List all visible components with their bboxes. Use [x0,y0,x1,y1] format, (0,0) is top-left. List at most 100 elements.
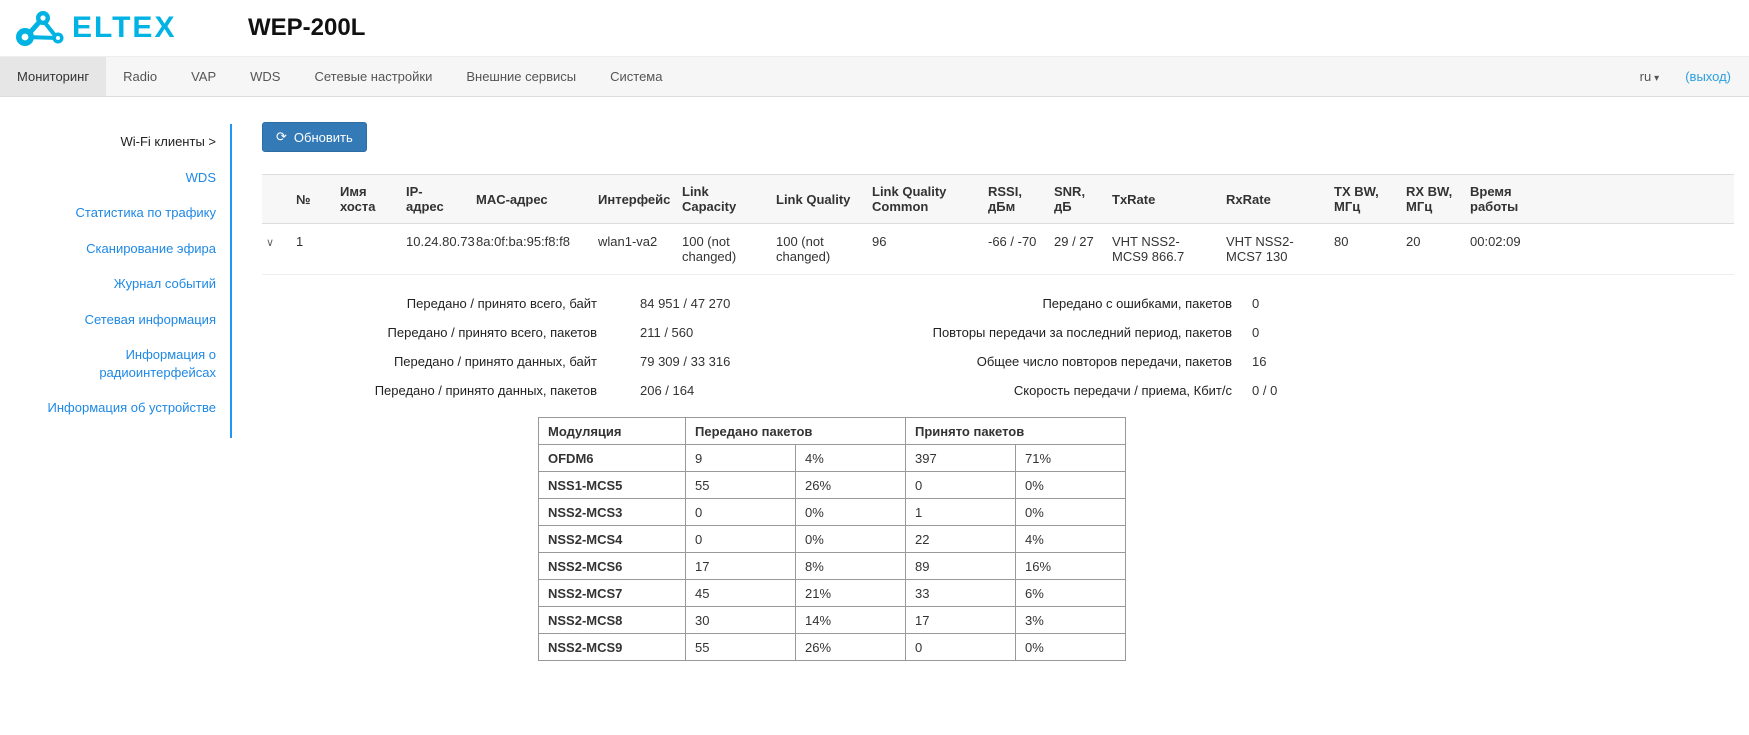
mod-cell-rx-percent: 16% [1016,553,1126,580]
stat-value: 16 [1252,354,1266,369]
logout-link[interactable]: (выход) [1685,69,1731,84]
language-selector[interactable]: ru▾ [1640,69,1660,84]
stat-row: Передано / принято всего, пакетов211 / 5… [262,318,887,347]
mod-cell-tx-percent: 0% [796,499,906,526]
stat-label: Передано / принято всего, байт [262,296,597,311]
modulation-row: OFDM694%39771% [539,445,1126,472]
mod-cell-tx-count: 55 [686,634,796,661]
column-header-iface: Интерфейс [590,175,674,224]
stat-row: Общее число повторов передачи, пакетов16 [887,347,1607,376]
stat-row: Скорость передачи / приема, Кбит/с 0 / 0 [887,376,1607,405]
sidebar-item-wifi-clients[interactable]: Wi-Fi клиенты > [10,124,216,160]
column-header-tx-bw: TX BW, МГц [1326,175,1398,224]
mod-cell-rx-percent: 6% [1016,580,1126,607]
chevron-down-icon[interactable]: ∨ [266,237,274,249]
refresh-button-label: Обновить [294,130,353,145]
client-cell-link-quality: 100 (not changed) [768,224,864,275]
stat-value: 0 [1252,325,1259,340]
mod-cell-rx-count: 22 [906,526,1016,553]
clients-table-header-row: №Имя хостаIP-адресMAC-адресИнтерфейсLink… [262,175,1734,224]
nav-tab-monitoring[interactable]: Мониторинг [0,57,106,96]
eltex-logo: ELTEX [14,8,214,48]
sidebar-menu: Wi-Fi клиенты >WDSСтатистика по трафикуС… [0,124,232,438]
mod-cell-rx-percent: 3% [1016,607,1126,634]
mod-cell-tx-percent: 0% [796,526,906,553]
client-statistics-left: Передано / принято всего, байт84 951 / 4… [262,289,887,405]
mod-cell-tx-percent: 26% [796,472,906,499]
nav-tabs: МониторингRadioVAPWDSСетевые настройкиВн… [0,57,679,96]
nav-tab-vap[interactable]: VAP [174,57,233,96]
stat-row: Передано с ошибками, пакетов 0 [887,289,1607,318]
sidebar-item-traffic-stats[interactable]: Статистика по трафику [10,195,216,231]
client-row: ∨110.24.80.738a:0f:ba:95:f8:f8wlan1-va21… [262,224,1734,275]
page-layout: Wi-Fi клиенты >WDSСтатистика по трафикуС… [0,97,1749,691]
stat-label: Передано с ошибками, пакетов [887,296,1232,311]
sidebar-item-radio-interfaces-info[interactable]: Информация о радиоинтерфейсах [10,337,216,390]
mod-cell-tx-count: 45 [686,580,796,607]
sidebar-item-device-info[interactable]: Информация об устройстве [10,390,216,426]
mod-cell-tx-count: 55 [686,472,796,499]
client-statistics-right: Передано с ошибками, пакетов 0 Повторы пер… [887,289,1607,405]
nav-tab-external-services[interactable]: Внешние сервисы [449,57,593,96]
client-cell-ip: 10.24.80.73 [398,224,468,275]
modulation-row: NSS1-MCS55526%00% [539,472,1126,499]
stat-label: Скорость передачи / приема, Кбит/с [887,383,1232,398]
column-header-num: № [288,175,332,224]
wifi-clients-table: №Имя хостаIP-адресMAC-адресИнтерфейсLink… [262,174,1734,275]
mod-cell-tx-percent: 21% [796,580,906,607]
stat-label: Повторы передачи за последний период, па… [887,325,1232,340]
column-header-uptime: Время работы [1462,175,1734,224]
mod-cell-tx-count: 0 [686,526,796,553]
main-content: ⟳ Обновить №Имя хостаIP-адресMAC-адресИн… [232,97,1749,691]
mod-cell-tx-percent: 4% [796,445,906,472]
mod-cell-mod-name: NSS2-MCS3 [539,499,686,526]
stat-value: 0 / 0 [1252,383,1277,398]
stat-label: Передано / принято данных, байт [262,354,597,369]
modulation-table: Модуляция Передано пакетов Принято пакет… [538,417,1126,661]
sidebar-item-event-log[interactable]: Журнал событий [10,266,216,302]
mod-cell-rx-count: 0 [906,634,1016,661]
modulation-row: NSS2-MCS95526%00% [539,634,1126,661]
language-label: ru [1640,69,1652,84]
mod-cell-rx-count: 17 [906,607,1016,634]
nav-tab-wds[interactable]: WDS [233,57,297,96]
modulation-row: NSS2-MCS6178%8916% [539,553,1126,580]
mod-cell-mod-name: NSS2-MCS7 [539,580,686,607]
mod-header-modulation: Модуляция [539,418,686,445]
sidebar-item-network-info[interactable]: Сетевая информация [10,302,216,338]
column-header-rxrate: RxRate [1218,175,1326,224]
modulation-row: NSS2-MCS400%224% [539,526,1126,553]
client-cell-iface: wlan1-va2 [590,224,674,275]
client-cell-uptime: 00:02:09 [1462,224,1734,275]
stat-value: 0 [1252,296,1259,311]
mod-cell-rx-count: 33 [906,580,1016,607]
mod-cell-tx-percent: 8% [796,553,906,580]
stat-row: Повторы передачи за последний период, па… [887,318,1607,347]
stat-label: Передано / принято всего, пакетов [262,325,597,340]
stat-value: 79 309 / 33 316 [640,354,730,369]
client-cell-mac: 8a:0f:ba:95:f8:f8 [468,224,590,275]
nav-tab-radio[interactable]: Radio [106,57,174,96]
stat-row: Передано / принято данных, пакетов206 / … [262,376,887,405]
column-header-mac: MAC-адрес [468,175,590,224]
column-header-rssi: RSSI, дБм [980,175,1046,224]
modulation-row: NSS2-MCS74521%336% [539,580,1126,607]
page-title: WEP-200L [248,14,365,42]
nav-tab-network-settings[interactable]: Сетевые настройки [297,57,449,96]
nav-tab-system[interactable]: Система [593,57,679,96]
mod-cell-rx-count: 0 [906,472,1016,499]
column-header-hostname: Имя хоста [332,175,398,224]
client-cell-txrate: VHT NSS2-MCS9 866.7 [1104,224,1218,275]
mod-cell-mod-name: NSS2-MCS4 [539,526,686,553]
mod-cell-rx-percent: 0% [1016,472,1126,499]
expander-column-header [262,175,288,224]
client-cell-rx-bw: 20 [1398,224,1462,275]
mod-cell-tx-count: 0 [686,499,796,526]
stat-row: Передано / принято всего, байт84 951 / 4… [262,289,887,318]
column-header-txrate: TxRate [1104,175,1218,224]
sidebar: Wi-Fi клиенты >WDSСтатистика по трафикуС… [0,97,232,438]
mod-cell-rx-percent: 0% [1016,499,1126,526]
refresh-button[interactable]: ⟳ Обновить [262,122,367,152]
sidebar-item-wds[interactable]: WDS [10,160,216,196]
sidebar-item-air-scan[interactable]: Сканирование эфира [10,231,216,267]
